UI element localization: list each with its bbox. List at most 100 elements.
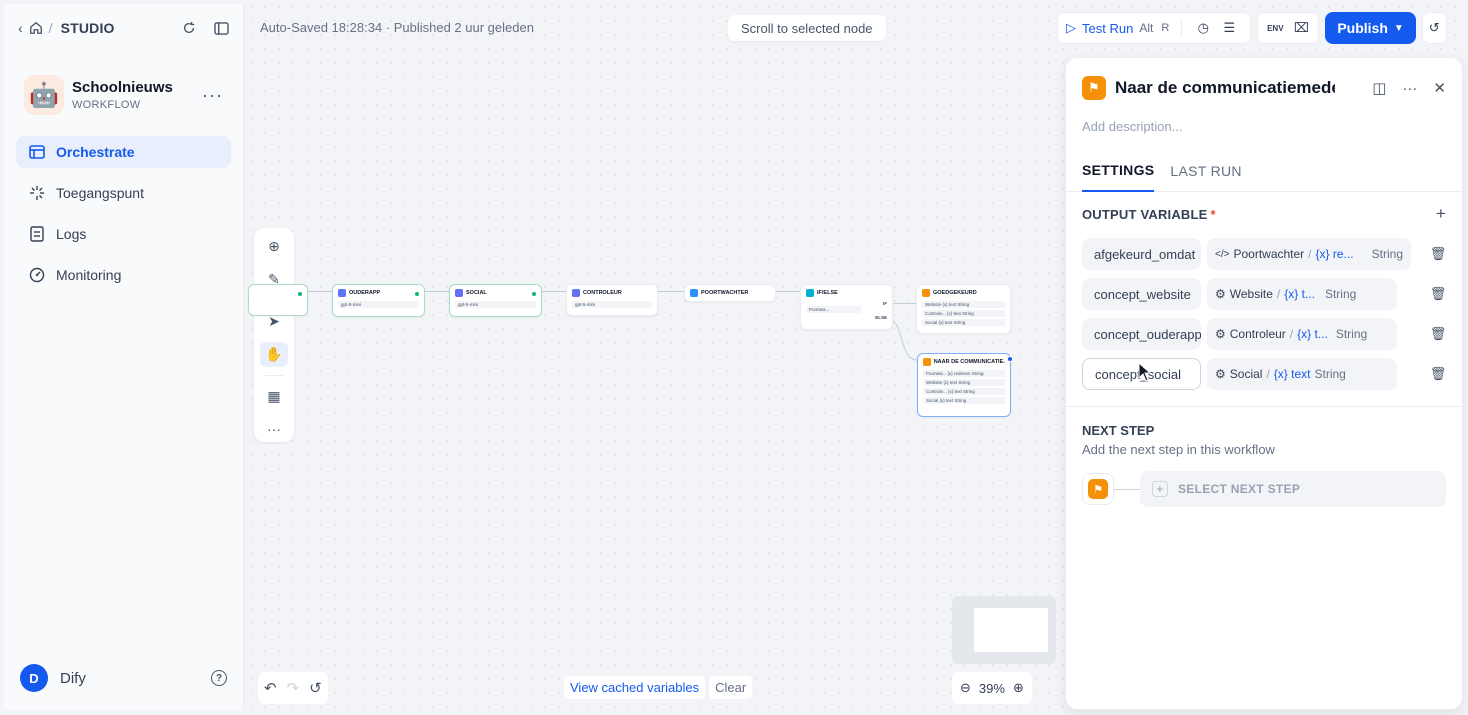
panel-title[interactable]: Naar de communicatiemedewerker [1115,78,1335,98]
checklist-icon[interactable]: ☰ [1216,15,1242,41]
sidebar: ‹ / STUDIO 🤖 Schoolnieuws WORKFLOW ··· O… [4,4,244,710]
node-title: POORTWACHTER [701,290,749,296]
sidebar-header: ‹ / STUDIO [4,4,243,52]
zoom-level[interactable]: 39% [979,681,1005,696]
workflow-node-ouderapp[interactable]: OUDERAPP gpt-5-mini [332,284,425,317]
variable-ref: {x} re... [1315,247,1354,261]
variable-selector[interactable]: ⚙ Website / {x} t... String [1207,278,1397,310]
version-history-button[interactable]: ↺ [1421,12,1447,44]
source-node: Website [1229,287,1273,301]
publish-button[interactable]: Publish ▼ [1325,12,1416,44]
home-icon[interactable] [29,21,43,35]
ifelse-icon [806,289,814,297]
more-tools-icon[interactable]: ··· [260,417,288,442]
llm-icon: ⚙ [1215,287,1226,301]
delete-icon[interactable]: 🗑 [1430,286,1447,302]
avatar[interactable]: D [20,664,48,692]
panel-tabs: SETTINGS LAST RUN [1066,150,1462,192]
llm-icon [455,289,463,297]
more-icon[interactable]: ··· [202,85,223,106]
variable-row: concept_social ⚙ Social / {x} text Strin… [1066,354,1462,394]
node-model: gpt-5-mini [455,301,536,308]
llm-icon: ⚙ [1215,367,1226,381]
node-status-dot [298,292,302,296]
node-title: NAAR DE COMMUNICATIE... [933,359,1005,365]
test-run-button[interactable]: ▷ Test Run Alt R ◷ ☰ [1057,12,1252,44]
variable-ref: {x} t... [1297,327,1328,341]
divider [265,375,283,376]
node-title: IF/ELSE [817,290,838,296]
workflow-node-start-partial[interactable] [248,284,308,316]
sidebar-item-toegangspunt[interactable]: Toegangspunt [16,177,231,209]
tab-settings[interactable]: SETTINGS [1082,150,1155,192]
current-node-icon: ⚑ [1082,473,1114,505]
node-handle[interactable] [1007,356,1013,362]
sidebar-item-orchestrate[interactable]: Orchestrate [16,136,231,168]
back-chevron-icon[interactable]: ‹ [18,20,23,36]
user-name[interactable]: Dify [60,670,86,687]
variable-selector[interactable]: ⚙ Controleur / {x} t... String [1207,318,1397,350]
select-next-step-button[interactable]: + SELECT NEXT STEP [1140,471,1446,507]
clear-button[interactable]: Clear [709,676,753,699]
variable-type: String [1335,327,1368,341]
help-doc-icon[interactable]: ◫ [1372,79,1386,97]
output-variable-header: OUTPUT VARIABLE * + [1066,194,1462,234]
workflow-node-ifelse[interactable]: IF/ELSE IF Poortwa... ELSE [800,284,893,330]
delete-icon[interactable]: 🗑 [1430,246,1447,262]
node-title: SOCIAL [466,290,487,296]
description-input[interactable]: Add description... [1066,118,1462,142]
minimap[interactable] [952,596,1056,664]
breadcrumb-separator: / [48,20,53,36]
add-variable-icon[interactable]: + [1436,204,1446,224]
minimap-viewport[interactable] [974,608,1048,652]
delete-icon[interactable]: 🗑 [1430,326,1447,342]
hand-icon[interactable]: ✋ [260,341,288,368]
variable-selector[interactable]: </> Poortwachter / {x} re... String [1207,238,1411,270]
close-icon[interactable]: ✕ [1433,79,1446,97]
sidebar-item-monitoring[interactable]: Monitoring [16,259,231,291]
variable-name-input[interactable]: concept_website [1082,278,1201,310]
refresh-icon[interactable] [182,21,196,35]
top-toolbar: ▷ Test Run Alt R ◷ ☰ ENV ⌧ Publish ▼ ↺ [1057,12,1447,44]
workflow-node-poortwachter[interactable]: POORTWACHTER [684,284,776,302]
divider [1066,406,1462,407]
history-run-icon[interactable]: ◷ [1190,15,1216,41]
help-icon[interactable]: ? [211,670,227,686]
publish-label: Publish [1337,20,1388,36]
logs-icon [28,225,46,243]
variable-name-input[interactable]: concept_ouderapp [1082,318,1201,350]
undo-icon[interactable]: ↶ [264,679,277,697]
more-icon[interactable]: ··· [1402,80,1417,97]
variable-name-input[interactable]: afgekeurd_omdat [1082,238,1201,270]
zoom-controls: ⊖ 39% ⊕ [952,672,1032,704]
zoom-in-icon[interactable]: ⊕ [1013,680,1024,696]
breadcrumb-studio[interactable]: STUDIO [61,20,115,36]
view-cached-variables-button[interactable]: View cached variables [564,676,706,699]
conversation-var-icon[interactable]: ⌧ [1288,15,1314,41]
zoom-out-icon[interactable]: ⊖ [960,680,971,696]
env-icon[interactable]: ENV [1262,15,1288,41]
history-controls: ↶ ↷ ↺ [258,672,328,704]
required-mark: * [1210,206,1216,222]
tab-last-run[interactable]: LAST RUN [1170,150,1241,192]
end-icon [923,358,931,366]
variable-selector[interactable]: ⚙ Social / {x} text String [1207,358,1397,390]
sidebar-item-logs[interactable]: Logs [16,218,231,250]
workflow-node-goedgekeurd[interactable]: GOEDGEKEURD Website {x} text String Cont… [916,284,1011,334]
workflow-node-controleur[interactable]: CONTROLEUR gpt-5-mini [566,284,658,316]
variable-type: String [1324,287,1357,301]
workflow-node-social[interactable]: SOCIAL gpt-5-mini [449,284,542,317]
add-node-icon[interactable]: ⊕ [260,234,288,259]
output-row: Controle... {x} text String [923,388,1005,395]
delete-icon[interactable]: 🗑 [1430,366,1447,382]
edge [894,303,916,304]
env-group: ENV ⌧ [1257,12,1320,44]
scroll-to-selected-button[interactable]: Scroll to selected node [728,15,886,41]
redo-icon[interactable]: ↷ [287,679,300,697]
organize-icon[interactable]: ▦ [260,384,288,409]
variable-type: String [1314,367,1346,381]
workflow-node-naar-communicatie[interactable]: NAAR DE COMMUNICATIE... Poortwa... {x} r… [917,353,1011,417]
history-icon[interactable]: ↺ [309,679,322,697]
collapse-sidebar-icon[interactable] [214,21,229,35]
canvas-tools: ⊕ ✎ ➤ ✋ ▦ ··· [254,228,294,442]
